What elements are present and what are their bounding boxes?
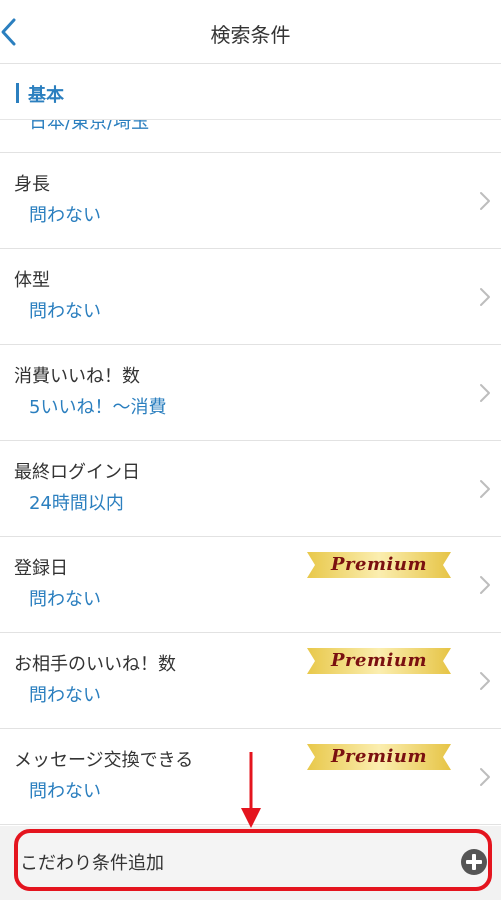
row-value: 問わない — [29, 781, 101, 802]
row-value: 24時間以内 — [29, 493, 124, 514]
row-label: 身長 — [14, 174, 50, 195]
row-value: 問わない — [29, 205, 101, 226]
section-header-basic: 基本 — [0, 65, 501, 119]
page-title: 検索条件 — [210, 23, 291, 47]
premium-badge: Premium — [307, 648, 451, 674]
section-title: 基本 — [28, 85, 64, 106]
row-label: お相手のいいね！数 — [14, 654, 176, 675]
row-value: 5いいね！〜消費 — [29, 397, 167, 418]
list-item-registration-date[interactable]: 登録日 Premium 問わない — [0, 537, 501, 633]
row-label: メッセージ交換できる — [14, 750, 194, 771]
plus-circle-icon — [461, 849, 487, 875]
chevron-right-icon — [480, 480, 490, 498]
row-label: 体型 — [14, 270, 50, 291]
red-arrow-annotation — [241, 752, 261, 828]
list-item-body-type[interactable]: 体型 問わない — [0, 249, 501, 345]
chevron-right-icon — [480, 288, 490, 306]
premium-badge: Premium — [307, 552, 451, 578]
list-item-partner-likes[interactable]: お相手のいいね！数 Premium 問わない — [0, 633, 501, 729]
section-marker — [16, 83, 19, 103]
premium-label: Premium — [331, 746, 427, 767]
premium-label: Premium — [331, 554, 427, 575]
row-label: 登録日 — [14, 558, 68, 579]
premium-badge: Premium — [307, 744, 451, 770]
row-value: 日本/東京/埼玉 — [29, 120, 150, 133]
row-value: 問わない — [29, 685, 101, 706]
chevron-right-icon — [480, 192, 490, 210]
add-condition-label: こだわり条件追加 — [20, 853, 164, 874]
row-value: 問わない — [29, 301, 101, 322]
row-value: 問わない — [29, 589, 101, 610]
list-item-last-login[interactable]: 最終ログイン日 24時間以内 — [0, 441, 501, 537]
chevron-right-icon — [480, 576, 490, 594]
chevron-right-icon — [480, 384, 490, 402]
premium-label: Premium — [331, 650, 427, 671]
chevron-right-icon — [480, 672, 490, 690]
list-item-height[interactable]: 身長 問わない — [0, 153, 501, 249]
chevron-right-icon — [480, 768, 490, 786]
row-label: 最終ログイン日 — [14, 462, 140, 483]
list-item-likes-consumed[interactable]: 消費いいね！数 5いいね！〜消費 — [0, 345, 501, 441]
add-condition-button[interactable]: こだわり条件追加 — [14, 829, 492, 891]
row-label: 消費いいね！数 — [14, 366, 140, 387]
nav-header: 検索条件 — [0, 0, 501, 64]
list-item-residence[interactable]: 日本/東京/埼玉 — [0, 120, 501, 153]
